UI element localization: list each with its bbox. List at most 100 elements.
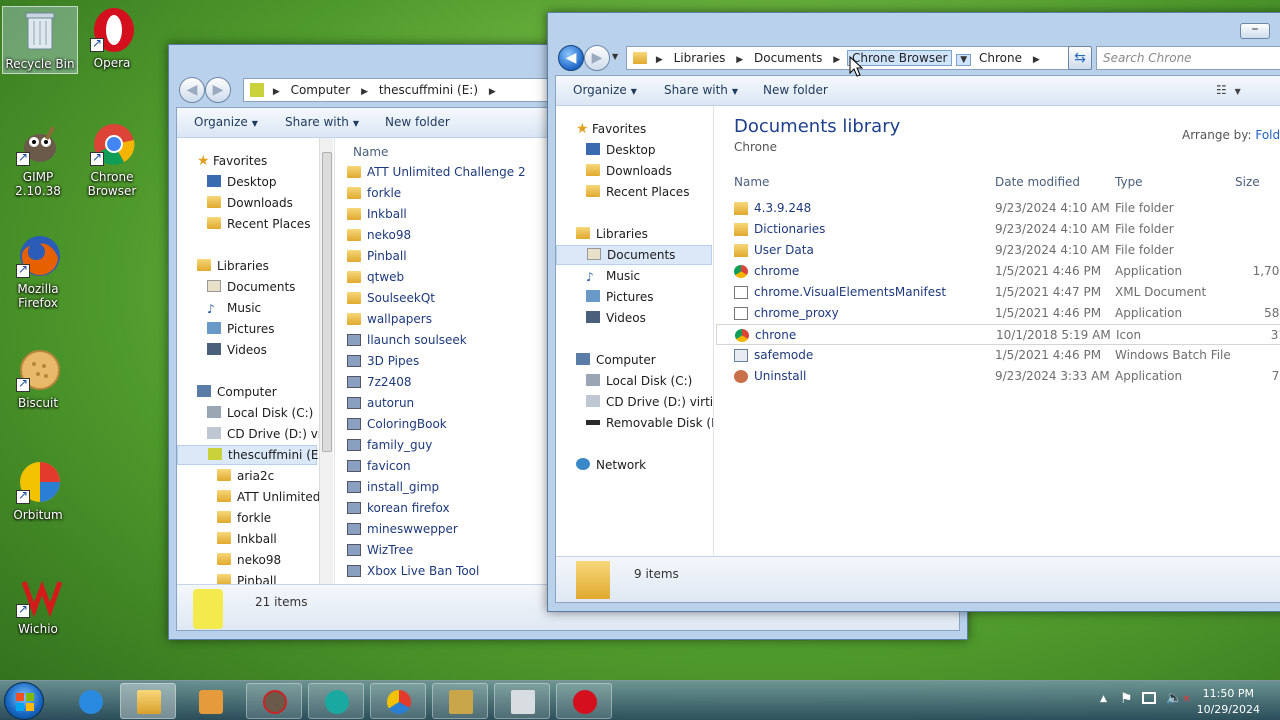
column-header-size[interactable]: Size xyxy=(1235,170,1260,194)
file-row[interactable]: chrome 1/5/2021 4:46 PM Application 1,701 xyxy=(716,261,1280,282)
nav-computer[interactable]: Computer xyxy=(197,383,277,401)
view-options-icon[interactable]: ☷ ▼ xyxy=(1216,83,1241,97)
nav-thescuffmini[interactable]: thescuffmini (E:) xyxy=(177,445,327,465)
file-row[interactable]: safemode 1/5/2021 4:46 PM Windows Batch Fi… xyxy=(716,345,1280,366)
show-hidden-icons[interactable]: ▲ xyxy=(1100,694,1107,704)
organize-button[interactable]: Organize ▼ xyxy=(573,83,637,97)
new-folder-button[interactable]: New folder xyxy=(385,115,450,129)
arrange-by[interactable]: Arrange by: Folde xyxy=(1182,128,1280,142)
taskbar-orbitum[interactable] xyxy=(370,683,426,719)
nav-cd-drive[interactable]: CD Drive (D:) virtio-w xyxy=(586,393,713,411)
taskbar-internet-explorer[interactable] xyxy=(62,683,118,719)
scrollbar-thumb[interactable] xyxy=(322,152,332,452)
desktop-icon-biscuit[interactable]: Biscuit xyxy=(0,346,76,410)
recent-pages-dropdown[interactable]: ▼ xyxy=(612,52,618,61)
nav-recent-places[interactable]: Recent Places xyxy=(207,215,310,233)
column-header-type[interactable]: Type xyxy=(1115,170,1143,194)
nav-sub-forkle[interactable]: forkle xyxy=(217,509,271,527)
file-row[interactable]: chrome_proxy 1/5/2021 4:46 PM Application 5… xyxy=(716,303,1280,324)
forward-button[interactable]: ▶ xyxy=(584,45,610,71)
breadcrumb-dropdown-arrow[interactable]: ▼ xyxy=(956,54,972,66)
file-row[interactable]: Inkball xyxy=(339,204,559,225)
column-header-name[interactable]: Name xyxy=(353,140,388,164)
taskbar-media-player[interactable] xyxy=(182,683,238,719)
back-button[interactable]: ◀ xyxy=(558,45,584,71)
nav-sub-aria2c[interactable]: aria2c xyxy=(217,467,274,485)
file-row[interactable]: User Data 9/23/2024 4:10 AM File folder xyxy=(716,240,1280,261)
share-with-button[interactable]: Share with ▼ xyxy=(664,83,738,97)
nav-removable-disk[interactable]: Removable Disk (E:) xyxy=(586,414,713,432)
nav-desktop[interactable]: Desktop xyxy=(586,141,656,159)
file-row[interactable]: qtweb xyxy=(339,267,559,288)
file-row[interactable]: family_guy xyxy=(339,435,559,456)
nav-downloads[interactable]: Downloads xyxy=(207,194,293,212)
nav-sub-inkball[interactable]: Inkball xyxy=(217,530,277,548)
network-tray-icon[interactable] xyxy=(1142,692,1156,704)
nav-pictures[interactable]: Pictures xyxy=(586,288,654,306)
taskbar-opera[interactable] xyxy=(556,683,612,719)
desktop-icon-gimp[interactable]: GIMP 2.10.38 xyxy=(0,120,76,198)
taskbar-app[interactable] xyxy=(432,683,488,719)
nav-music[interactable]: ♪ Music xyxy=(207,299,261,317)
nav-pictures[interactable]: Pictures xyxy=(207,320,275,338)
nav-desktop[interactable]: Desktop xyxy=(207,173,277,191)
nav-scrollbar[interactable] xyxy=(319,138,333,584)
desktop-icon-opera[interactable]: Opera xyxy=(74,6,150,70)
desktop-icon-firefox[interactable]: Mozilla Firefox xyxy=(0,232,76,310)
nav-network[interactable]: Network xyxy=(576,456,646,474)
nav-documents[interactable]: Documents xyxy=(556,245,712,265)
nav-computer[interactable]: Computer xyxy=(576,351,656,369)
desktop-icon-recycle-bin[interactable]: Recycle Bin xyxy=(2,6,78,74)
desktop-icon-chrone-browser[interactable]: Chrone Browser xyxy=(74,120,150,198)
file-row[interactable]: autorun xyxy=(339,393,559,414)
nav-downloads[interactable]: Downloads xyxy=(586,162,672,180)
column-header-date[interactable]: Date modified xyxy=(995,170,1080,194)
file-row[interactable]: wallpapers xyxy=(339,309,559,330)
file-row[interactable]: WizTree xyxy=(339,540,559,561)
file-row[interactable]: SoulseekQt xyxy=(339,288,559,309)
file-row[interactable]: Pinball xyxy=(339,246,559,267)
file-row[interactable]: Xbox Live Ban Tool xyxy=(339,561,559,582)
file-row[interactable]: forkle xyxy=(339,183,559,204)
start-button[interactable] xyxy=(4,682,44,720)
nav-sub-neko98[interactable]: neko98 xyxy=(217,551,281,569)
file-row[interactable]: 3D Pipes xyxy=(339,351,559,372)
file-row[interactable]: chrome.VisualElementsManifest 1/5/2021 4:… xyxy=(716,282,1280,303)
column-header-name[interactable]: Name xyxy=(734,170,769,194)
breadcrumb-chrone[interactable]: Chrone xyxy=(975,51,1026,65)
flag-icon[interactable]: ⚑ xyxy=(1120,691,1133,707)
nav-documents[interactable]: Documents xyxy=(207,278,295,296)
nav-favorites[interactable]: ★ Favorites xyxy=(197,152,267,170)
nav-videos[interactable]: Videos xyxy=(586,309,646,327)
search-box[interactable]: Search Chrone xyxy=(1096,46,1280,70)
file-row[interactable]: Dictionaries 9/23/2024 4:10 AM File folder xyxy=(716,219,1280,240)
back-button[interactable]: ◀ xyxy=(179,77,205,103)
breadcrumb-computer[interactable]: Computer xyxy=(287,83,355,97)
nav-music[interactable]: ♪ Music xyxy=(586,267,640,285)
clock[interactable]: 11:50 PM 10/29/2024 xyxy=(1197,686,1260,718)
refresh-button[interactable]: ⇆ xyxy=(1068,46,1092,70)
nav-libraries[interactable]: Libraries xyxy=(576,225,648,243)
desktop-icon-wichio[interactable]: Wichio xyxy=(0,572,76,636)
nav-sub-pinball[interactable]: Pinball xyxy=(217,572,277,584)
nav-recent-places[interactable]: Recent Places xyxy=(586,183,689,201)
organize-button[interactable]: Organize ▼ xyxy=(194,115,258,129)
file-row[interactable]: ColoringBook xyxy=(339,414,559,435)
nav-libraries[interactable]: Libraries xyxy=(197,257,269,275)
volume-muted-icon[interactable]: 🔈✕ xyxy=(1166,691,1191,706)
breadcrumb-documents[interactable]: Documents xyxy=(750,51,826,65)
minimize-button[interactable]: – xyxy=(1240,22,1270,39)
file-row[interactable]: mineswwepper xyxy=(339,519,559,540)
forward-button[interactable]: ▶ xyxy=(205,77,231,103)
breadcrumb-drive[interactable]: thescuffmini (E:) xyxy=(375,83,482,97)
nav-sub-att[interactable]: ATT Unlimited xyxy=(217,488,320,506)
file-row[interactable]: 4.3.9.248 9/23/2024 4:10 AM File folder xyxy=(716,198,1280,219)
share-with-button[interactable]: Share with ▼ xyxy=(285,115,359,129)
file-row[interactable]: neko98 xyxy=(339,225,559,246)
file-row[interactable]: 7z2408 xyxy=(339,372,559,393)
file-row[interactable]: ATT Unlimited Challenge 2 xyxy=(339,162,559,183)
taskbar-windows-explorer[interactable] xyxy=(120,683,176,719)
file-row[interactable]: chrone 10/1/2018 5:19 AM Icon 31 xyxy=(716,324,1280,345)
nav-videos[interactable]: Videos xyxy=(207,341,267,359)
nav-cd-drive[interactable]: CD Drive (D:) virt xyxy=(207,425,331,443)
